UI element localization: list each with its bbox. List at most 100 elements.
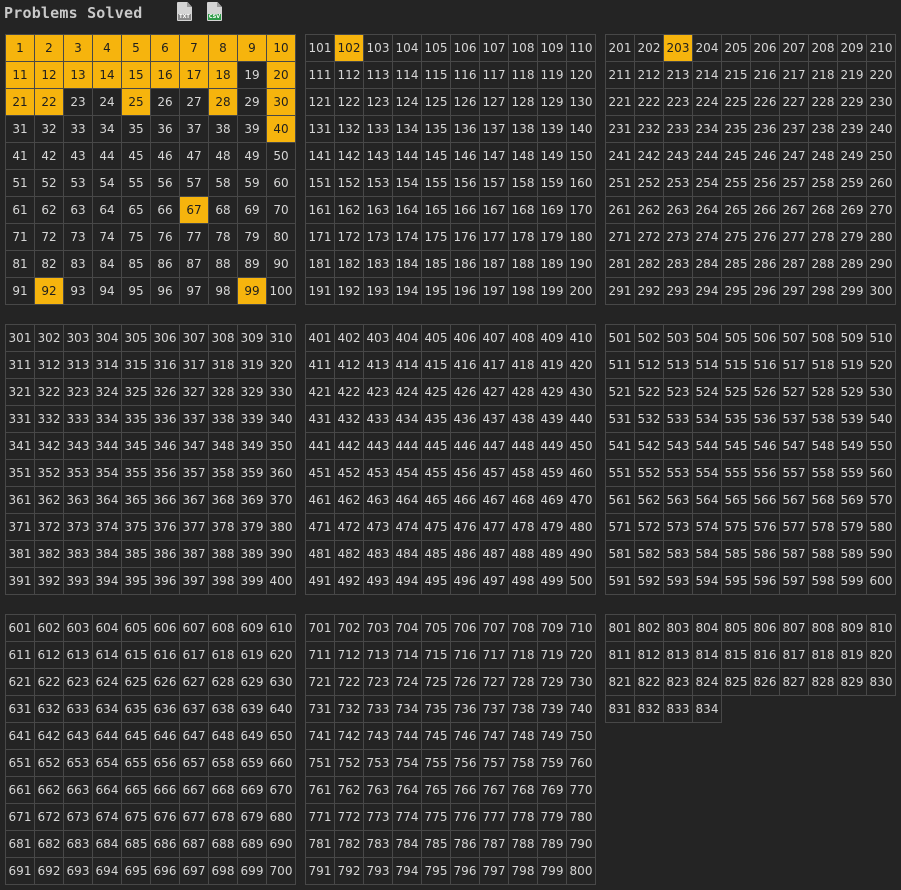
problem-cell[interactable]: 498	[508, 567, 538, 595]
problem-cell-solved[interactable]: 102	[334, 34, 364, 62]
problem-cell[interactable]: 320	[266, 351, 296, 379]
problem-cell[interactable]: 728	[508, 668, 538, 696]
problem-cell[interactable]: 820	[866, 641, 896, 669]
problem-cell[interactable]: 763	[363, 776, 393, 804]
problem-cell[interactable]: 723	[363, 668, 393, 696]
problem-cell[interactable]: 357	[179, 459, 209, 487]
problem-cell[interactable]: 655	[121, 749, 151, 777]
problem-cell[interactable]: 169	[537, 196, 567, 224]
problem-cell[interactable]: 602	[34, 614, 64, 642]
problem-cell[interactable]: 286	[750, 250, 780, 278]
problem-cell[interactable]: 696	[150, 857, 180, 885]
problem-cell[interactable]: 463	[363, 486, 393, 514]
problem-cell[interactable]: 354	[92, 459, 122, 487]
problem-cell[interactable]: 91	[5, 277, 35, 305]
problem-cell[interactable]: 214	[692, 61, 722, 89]
problem-cell[interactable]: 110	[566, 34, 596, 62]
problem-cell[interactable]: 455	[421, 459, 451, 487]
problem-cell[interactable]: 371	[5, 513, 35, 541]
problem-cell[interactable]: 596	[750, 567, 780, 595]
problem-cell[interactable]: 597	[779, 567, 809, 595]
problem-cell[interactable]: 44	[92, 142, 122, 170]
problem-cell[interactable]: 584	[692, 540, 722, 568]
problem-cell[interactable]: 505	[721, 324, 751, 352]
problem-cell[interactable]: 539	[837, 405, 867, 433]
problem-cell[interactable]: 148	[508, 142, 538, 170]
problem-cell[interactable]: 125	[421, 88, 451, 116]
problem-cell[interactable]: 745	[421, 722, 451, 750]
problem-cell[interactable]: 409	[537, 324, 567, 352]
problem-cell[interactable]: 736	[450, 695, 480, 723]
problem-cell[interactable]: 695	[121, 857, 151, 885]
problem-cell[interactable]: 165	[421, 196, 451, 224]
problem-cell-solved[interactable]: 92	[34, 277, 64, 305]
problem-cell[interactable]: 515	[721, 351, 751, 379]
problem-cell[interactable]: 339	[237, 405, 267, 433]
problem-cell[interactable]: 335	[121, 405, 151, 433]
problem-cell[interactable]: 573	[663, 513, 693, 541]
problem-cell[interactable]: 429	[537, 378, 567, 406]
problem-cell[interactable]: 491	[305, 567, 335, 595]
problem-cell[interactable]: 256	[750, 169, 780, 197]
problem-cell[interactable]: 677	[179, 803, 209, 831]
problem-cell[interactable]: 485	[421, 540, 451, 568]
problem-cell[interactable]: 684	[92, 830, 122, 858]
problem-cell[interactable]: 567	[779, 486, 809, 514]
problem-cell[interactable]: 529	[837, 378, 867, 406]
problem-cell[interactable]: 142	[334, 142, 364, 170]
problem-cell[interactable]: 185	[421, 250, 451, 278]
problem-cell[interactable]: 535	[721, 405, 751, 433]
problem-cell[interactable]: 610	[266, 614, 296, 642]
problem-cell[interactable]: 221	[605, 88, 635, 116]
problem-cell[interactable]: 220	[866, 61, 896, 89]
problem-cell[interactable]: 248	[808, 142, 838, 170]
problem-cell[interactable]: 218	[808, 61, 838, 89]
problem-cell[interactable]: 45	[121, 142, 151, 170]
problem-cell[interactable]: 484	[392, 540, 422, 568]
problem-cell[interactable]: 126	[450, 88, 480, 116]
problem-cell-solved[interactable]: 4	[92, 34, 122, 62]
problem-cell[interactable]: 460	[566, 459, 596, 487]
problem-cell[interactable]: 585	[721, 540, 751, 568]
problem-cell[interactable]: 563	[663, 486, 693, 514]
problem-cell[interactable]: 245	[721, 142, 751, 170]
problem-cell[interactable]: 514	[692, 351, 722, 379]
problem-cell[interactable]: 487	[479, 540, 509, 568]
problem-cell[interactable]: 103	[363, 34, 393, 62]
problem-cell[interactable]: 553	[663, 459, 693, 487]
problem-cell[interactable]: 543	[663, 432, 693, 460]
problem-cell[interactable]: 757	[479, 749, 509, 777]
problem-cell[interactable]: 656	[150, 749, 180, 777]
problem-cell[interactable]: 304	[92, 324, 122, 352]
problem-cell[interactable]: 764	[392, 776, 422, 804]
problem-cell[interactable]: 746	[450, 722, 480, 750]
problem-cell[interactable]: 53	[63, 169, 93, 197]
problem-cell[interactable]: 369	[237, 486, 267, 514]
problem-cell[interactable]: 129	[537, 88, 567, 116]
problem-cell-solved[interactable]: 1	[5, 34, 35, 62]
problem-cell[interactable]: 239	[837, 115, 867, 143]
problem-cell[interactable]: 814	[692, 641, 722, 669]
problem-cell[interactable]: 55	[121, 169, 151, 197]
problem-cell[interactable]: 312	[34, 351, 64, 379]
problem-cell[interactable]: 428	[508, 378, 538, 406]
problem-cell[interactable]: 650	[266, 722, 296, 750]
problem-cell[interactable]: 364	[92, 486, 122, 514]
txt-file-download-icon[interactable]: TXT	[177, 2, 192, 21]
problem-cell[interactable]: 360	[266, 459, 296, 487]
problem-cell[interactable]: 289	[837, 250, 867, 278]
problem-cell[interactable]: 830	[866, 668, 896, 696]
problem-cell[interactable]: 508	[808, 324, 838, 352]
problem-cell[interactable]: 82	[34, 250, 64, 278]
problem-cell[interactable]: 145	[421, 142, 451, 170]
problem-cell[interactable]: 502	[634, 324, 664, 352]
problem-cell[interactable]: 447	[479, 432, 509, 460]
problem-cell[interactable]: 174	[392, 223, 422, 251]
problem-cell[interactable]: 750	[566, 722, 596, 750]
problem-cell[interactable]: 688	[208, 830, 238, 858]
problem-cell[interactable]: 287	[779, 250, 809, 278]
problem-cell[interactable]: 754	[392, 749, 422, 777]
problem-cell[interactable]: 469	[537, 486, 567, 514]
problem-cell[interactable]: 661	[5, 776, 35, 804]
problem-cell[interactable]: 605	[121, 614, 151, 642]
